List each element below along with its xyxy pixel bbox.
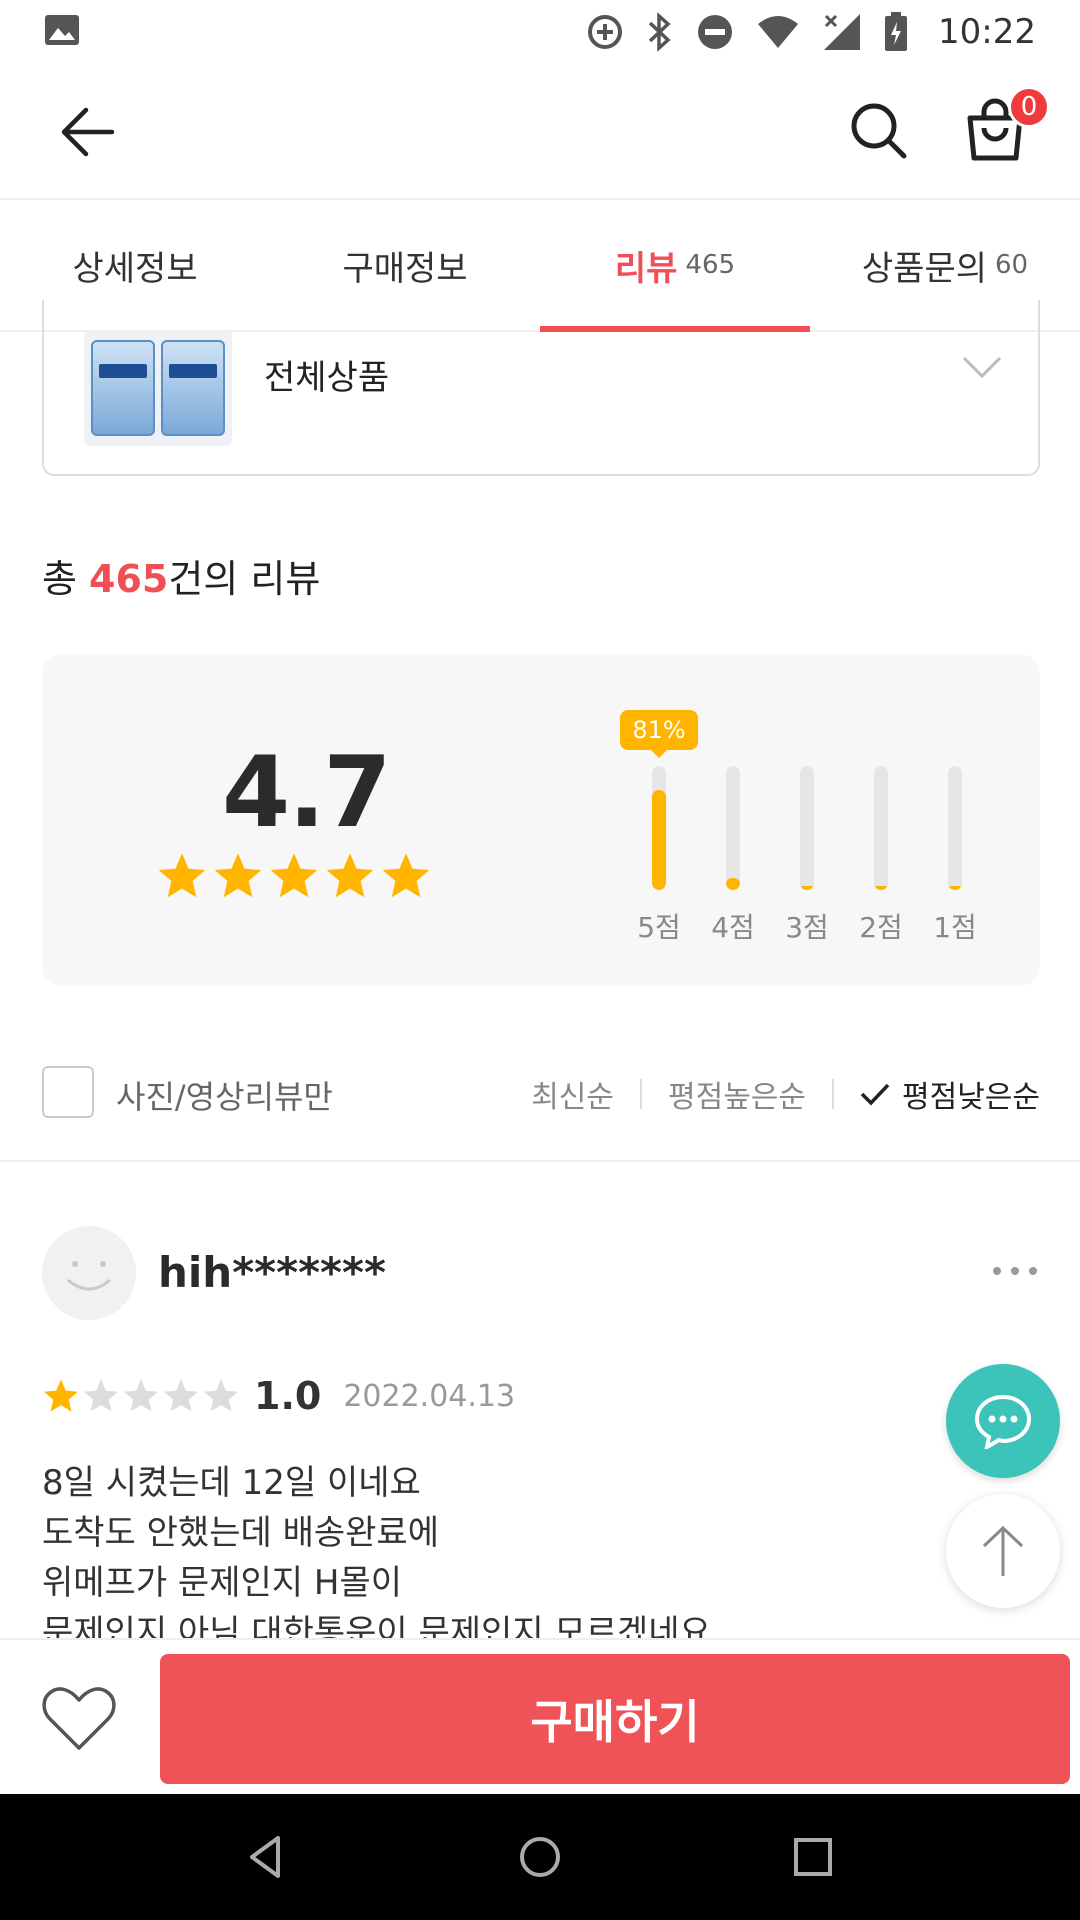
rating-bar-track (652, 766, 666, 890)
signal-icon (824, 14, 861, 50)
sort-highest-rating[interactable]: 평점높은순 (668, 1072, 806, 1116)
review-stars (42, 1377, 240, 1415)
rating-bar: 1점 (918, 710, 992, 960)
top-percent-tooltip: 81% (620, 710, 698, 758)
average-stars (156, 850, 432, 902)
review-line: 8일 시켰는데 12일 이네요 (42, 1463, 421, 1503)
image-icon (45, 15, 79, 45)
star-empty-icon (164, 1379, 198, 1412)
star-empty-icon (84, 1379, 118, 1412)
nav-recents-icon[interactable] (788, 1832, 838, 1882)
product-pack-image (91, 340, 155, 436)
rating-bar-track (874, 766, 888, 890)
tab-count: 465 (685, 250, 736, 280)
star-filled-icon (270, 853, 318, 898)
total-suffix: 건의 리뷰 (168, 557, 321, 601)
rating-bar-label: 1점 (933, 911, 977, 944)
rating-bar-fill (874, 886, 888, 890)
do-not-disturb-icon (698, 15, 733, 49)
data-saver-icon (588, 15, 623, 49)
tab-label: 상품문의 (861, 248, 988, 289)
review-date: 2022.04.13 (343, 1378, 516, 1414)
top-app-bar: 0 (0, 64, 1080, 200)
star-filled-icon (44, 1379, 78, 1412)
rating-bar-track (726, 766, 740, 890)
rating-bar-fill (726, 878, 740, 890)
system-nav-bar (0, 1794, 1080, 1920)
rating-bar-label: 4점 (711, 911, 755, 944)
checkmark-icon (860, 1083, 890, 1106)
rating-bar: 4점 (696, 710, 770, 960)
more-options-icon[interactable] (990, 1264, 1040, 1278)
review-filter-row: 사진/영상리뷰만 최신순 평점높은순 평점낮은순 (42, 1064, 1040, 1120)
tab-label: 구매정보 (342, 248, 468, 289)
search-icon[interactable] (846, 98, 910, 162)
star-empty-icon (204, 1379, 238, 1412)
rating-bar-track (948, 766, 962, 890)
selector-label: 전체상품 (264, 358, 390, 398)
back-arrow-icon[interactable] (56, 100, 120, 164)
product-option-selector[interactable]: 전체상품 (42, 300, 1040, 476)
total-prefix: 총 (42, 557, 90, 601)
avatar (42, 1226, 136, 1320)
review-line: 도착도 안했는데 배송완료에 (42, 1513, 439, 1553)
tab-count: 60 (995, 250, 1029, 280)
star-filled-icon (158, 853, 206, 898)
section-divider (0, 1160, 1080, 1162)
rating-bar: 3점 (770, 710, 844, 960)
rating-bar-fill (948, 886, 962, 890)
rating-bar-fill (652, 790, 666, 890)
status-bar: 10:22 (0, 0, 1080, 64)
star-filled-icon (382, 853, 430, 898)
clock: 10:22 (938, 12, 1036, 52)
chat-bubble-icon (974, 1394, 1032, 1449)
tab-label: 리뷰 (614, 248, 678, 289)
photo-only-label[interactable]: 사진/영상리뷰만 (116, 1072, 333, 1118)
rating-bar-label: 2점 (859, 911, 903, 944)
heart-icon[interactable] (42, 1686, 116, 1752)
rating-bar: 2점 (844, 710, 918, 960)
scroll-to-top-button[interactable] (946, 1494, 1060, 1608)
chat-button[interactable] (946, 1364, 1060, 1478)
cart-count-badge: 0 (1008, 86, 1050, 128)
sort-options: 최신순 평점높은순 평점낮은순 (531, 1072, 1040, 1116)
rating-bar-track (800, 766, 814, 890)
product-thumbnail (84, 330, 232, 446)
review-text: 8일 시켰는데 12일 이네요 도착도 안했는데 배송완료에 위메프가 문제인지… (42, 1458, 942, 1658)
review-total: 총 465건의 리뷰 (42, 548, 320, 603)
review-username: hih******* (158, 1248, 386, 1297)
bluetooth-icon (648, 12, 671, 52)
chevron-down-icon (962, 356, 1002, 379)
sort-newest[interactable]: 최신순 (531, 1072, 614, 1116)
nav-back-icon[interactable] (242, 1832, 292, 1882)
sort-lowest-rating[interactable]: 평점낮은순 (860, 1072, 1040, 1116)
rating-bar: 81% 5점 (620, 710, 698, 960)
sort-divider (832, 1079, 834, 1109)
review-score: 1.0 (254, 1374, 322, 1418)
star-filled-icon (326, 853, 374, 898)
sort-lowest-label: 평점낮은순 (902, 1080, 1040, 1115)
star-filled-icon (214, 853, 262, 898)
battery-charging-icon (885, 12, 908, 51)
purchase-bar: 구매하기 (0, 1638, 1080, 1794)
photo-only-checkbox[interactable] (42, 1066, 94, 1118)
total-count: 465 (89, 557, 169, 601)
rating-bar-fill (800, 886, 814, 890)
buy-button[interactable]: 구매하기 (160, 1654, 1070, 1784)
product-pack-image (161, 340, 225, 436)
star-empty-icon (124, 1379, 158, 1412)
sort-divider (640, 1079, 642, 1109)
average-rating: 4.7 (222, 736, 392, 850)
wifi-icon (758, 16, 799, 48)
rating-distribution: 81% 5점 4점 3점 2점 1점 (620, 710, 1002, 960)
tab-label: 상세정보 (72, 248, 198, 289)
nav-home-icon[interactable] (515, 1832, 565, 1882)
arrow-up-icon (982, 1525, 1024, 1576)
rating-bar-label: 5점 (637, 911, 681, 944)
rating-summary-card: 4.7 81% 5점 4점 3점 2점 1점 (42, 654, 1040, 986)
review-line: 위메프가 문제인지 H몰이 (42, 1563, 402, 1603)
review-rating-row: 1.0 2022.04.13 (42, 1374, 515, 1418)
rating-bar-label: 3점 (785, 911, 829, 944)
